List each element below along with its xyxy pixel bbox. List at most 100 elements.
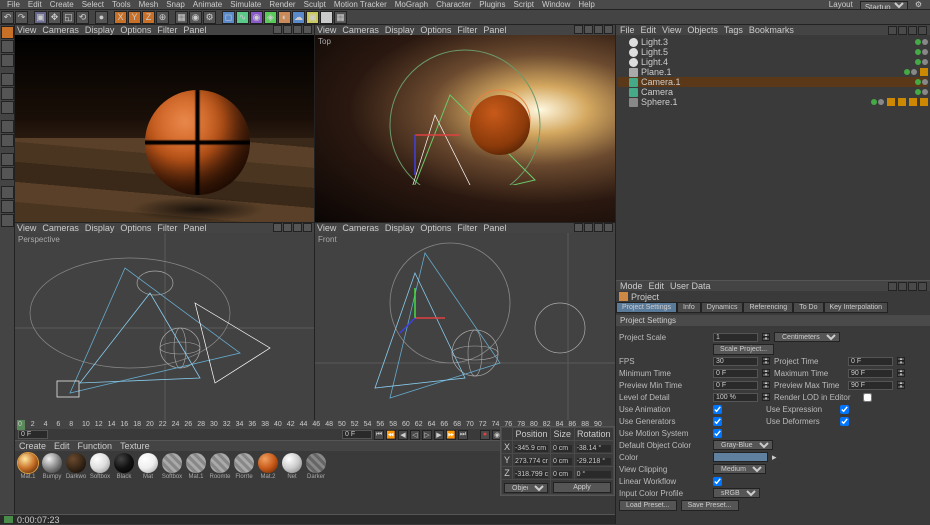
vp-menu-panel[interactable]: Panel	[483, 223, 506, 233]
load-preset-button[interactable]: Load Preset...	[619, 500, 677, 511]
obj-menu-bookmarks[interactable]: Bookmarks	[749, 25, 794, 35]
material-preview[interactable]	[186, 453, 206, 473]
tab-to-do[interactable]: To Do	[793, 302, 823, 313]
render-dot[interactable]	[922, 49, 928, 55]
point-mode[interactable]	[1, 73, 14, 86]
vp-nav-icon[interactable]	[584, 25, 593, 34]
material-4[interactable]: Black	[113, 453, 135, 480]
texture-tag[interactable]	[909, 98, 917, 106]
vp-menu-cameras[interactable]: Cameras	[342, 223, 379, 233]
obj-menu-file[interactable]: File	[620, 25, 635, 35]
material-5[interactable]: Mat	[137, 453, 159, 480]
menu-animate[interactable]: Animate	[189, 0, 226, 9]
goto-start-button[interactable]: ⏮	[374, 430, 384, 440]
use-anim-check[interactable]	[713, 405, 722, 414]
pos-field[interactable]	[515, 471, 548, 478]
tab-info[interactable]: Info	[677, 302, 701, 313]
visibility-dot[interactable]	[904, 69, 910, 75]
viewport-canvas[interactable]: Top	[315, 35, 615, 222]
search-icon[interactable]	[888, 26, 897, 35]
add-camera-button[interactable]: ▣	[306, 11, 319, 24]
render-dot[interactable]	[922, 59, 928, 65]
menu-select[interactable]: Select	[78, 0, 108, 9]
object-mode[interactable]	[1, 40, 14, 53]
min-time-field[interactable]	[713, 369, 758, 378]
play-backward-button[interactable]: ◁	[410, 430, 420, 440]
goto-end-button[interactable]: ⏭	[458, 430, 468, 440]
texture-tag[interactable]	[920, 68, 928, 76]
snap-enable[interactable]	[1, 153, 14, 166]
fps-field[interactable]	[713, 357, 758, 366]
polygon-mode[interactable]	[1, 101, 14, 114]
object-row[interactable]: Light.5	[618, 47, 928, 57]
vp-menu-options[interactable]: Options	[420, 25, 451, 35]
snap-2d[interactable]	[1, 200, 14, 213]
menu-script[interactable]: Script	[509, 0, 537, 9]
material-preview[interactable]	[138, 453, 158, 473]
object-tree[interactable]: Light.3Light.5Light.4Plane.1Camera.1Came…	[616, 35, 930, 280]
attr-up-icon[interactable]	[908, 282, 917, 291]
menu-mesh[interactable]: Mesh	[135, 0, 163, 9]
attr-fwd-icon[interactable]	[898, 282, 907, 291]
vp-menu-cameras[interactable]: Cameras	[342, 25, 379, 35]
model-mode[interactable]	[1, 26, 14, 39]
layout-selector[interactable]: Startup	[860, 1, 908, 10]
size-field[interactable]	[553, 445, 572, 452]
project-scale-field[interactable]	[713, 333, 758, 342]
menu-help[interactable]: Help	[574, 0, 598, 9]
visibility-dot[interactable]	[915, 79, 921, 85]
menu-edit[interactable]: Edit	[24, 0, 46, 9]
obj-menu-view[interactable]: View	[662, 25, 681, 35]
viewport-canvas[interactable]: Front	[315, 233, 615, 420]
render-view-button[interactable]: ▦	[175, 11, 188, 24]
visibility-dot[interactable]	[915, 49, 921, 55]
menu-window[interactable]: Window	[538, 0, 574, 9]
attr-menu-mode[interactable]: Mode	[620, 281, 643, 291]
material-1[interactable]: Bumpy	[41, 453, 63, 480]
size-field[interactable]	[553, 458, 572, 465]
vp-nav-icon[interactable]	[283, 223, 292, 232]
object-row[interactable]: Camera	[618, 87, 928, 97]
prev-frame-button[interactable]: ◀	[398, 430, 408, 440]
add-environment-button[interactable]: ☁	[292, 11, 305, 24]
vp-menu-view[interactable]: View	[317, 223, 336, 233]
material-preview[interactable]	[282, 453, 302, 473]
layout-prefs-icon[interactable]: ⚙	[911, 0, 926, 10]
timeline-current-field[interactable]	[342, 430, 372, 439]
material-0[interactable]: Mat.1	[17, 453, 39, 480]
menu-motiontracker[interactable]: Motion Tracker	[330, 0, 391, 9]
material-preview[interactable]	[42, 453, 62, 473]
menu-snap[interactable]: Snap	[162, 0, 189, 9]
edge-mode[interactable]	[1, 87, 14, 100]
vp-nav-icon[interactable]	[584, 223, 593, 232]
render-pv-button[interactable]: ◉	[189, 11, 202, 24]
preview-max-field[interactable]	[848, 381, 893, 390]
add-scene-button[interactable]: ▦	[334, 11, 347, 24]
attr-back-icon[interactable]	[888, 282, 897, 291]
obj-menu-tags[interactable]: Tags	[724, 25, 743, 35]
last-tool[interactable]: ●	[95, 11, 108, 24]
material-preview[interactable]	[90, 453, 110, 473]
x-axis-lock[interactable]: X	[114, 11, 127, 24]
texture-mode[interactable]	[1, 54, 14, 67]
project-scale-unit[interactable]: Centimeters	[774, 332, 840, 342]
coord-mode-select[interactable]: Object (Rel)	[504, 483, 548, 493]
vp-nav-icon[interactable]	[594, 25, 603, 34]
pos-field[interactable]	[515, 458, 548, 465]
attr-menu-edit[interactable]: Edit	[649, 281, 665, 291]
vp-menu-filter[interactable]: Filter	[457, 223, 477, 233]
menu-sculpt[interactable]: Sculpt	[300, 0, 330, 9]
material-preview[interactable]	[306, 453, 326, 473]
vp-nav-icon[interactable]	[594, 223, 603, 232]
render-lod-check[interactable]	[863, 393, 872, 402]
size-field[interactable]	[553, 471, 572, 478]
use-expr-check[interactable]	[840, 405, 849, 414]
max-time-field[interactable]	[848, 369, 893, 378]
view-clip-select[interactable]: Medium	[713, 464, 766, 474]
attr-menu-userdata[interactable]: User Data	[670, 281, 711, 291]
vp-menu-filter[interactable]: Filter	[157, 223, 177, 233]
vp-menu-panel[interactable]: Panel	[483, 25, 506, 35]
default-color-select[interactable]: Gray-Blue	[713, 440, 773, 450]
quantize[interactable]	[1, 214, 14, 227]
visibility-dot[interactable]	[915, 89, 921, 95]
